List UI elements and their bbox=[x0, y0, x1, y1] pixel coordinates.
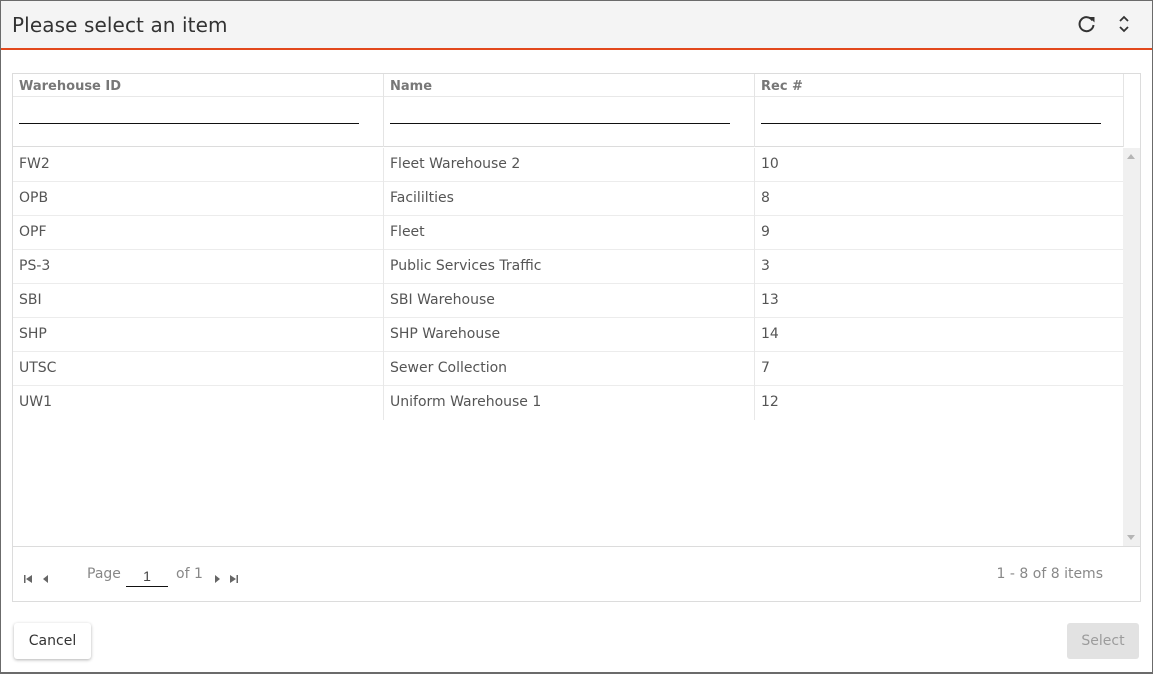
divider bbox=[755, 96, 1123, 97]
cell-warehouse-id: FW2 bbox=[13, 148, 384, 182]
cell-name: Fleet bbox=[384, 216, 755, 250]
scroll-up-arrow-icon[interactable] bbox=[1127, 154, 1135, 159]
grid-header: Warehouse ID Name Rec # bbox=[13, 74, 1124, 147]
table-row[interactable]: UW1 Uniform Warehouse 1 12 bbox=[13, 386, 1123, 420]
column-title: Rec # bbox=[761, 79, 803, 94]
table-row[interactable]: FW2 Fleet Warehouse 2 10 bbox=[13, 148, 1123, 182]
table-row[interactable]: SBI SBI Warehouse 13 bbox=[13, 284, 1123, 318]
table-row[interactable]: OPF Fleet 9 bbox=[13, 216, 1123, 250]
cell-rec: 8 bbox=[761, 190, 770, 206]
cell-name: Sewer Collection bbox=[384, 352, 755, 386]
cell-rec: 9 bbox=[761, 224, 770, 240]
divider bbox=[13, 96, 383, 97]
dialog-title: Please select an item bbox=[12, 13, 228, 37]
data-grid: Warehouse ID Name Rec # FW2 Fleet Wareho… bbox=[12, 73, 1141, 602]
vertical-scrollbar[interactable] bbox=[1123, 148, 1140, 546]
column-header-warehouse-id[interactable]: Warehouse ID bbox=[13, 74, 384, 147]
cell-warehouse-id: PS-3 bbox=[13, 250, 384, 284]
cell-name: Uniform Warehouse 1 bbox=[384, 386, 755, 420]
pager-info: 1 - 8 of 8 items bbox=[996, 566, 1103, 582]
table-row[interactable]: PS-3 Public Services Traffic 3 bbox=[13, 250, 1123, 284]
filter-input-rec[interactable] bbox=[761, 108, 1101, 124]
cell-warehouse-id: UTSC bbox=[13, 352, 384, 386]
last-page-icon[interactable] bbox=[229, 569, 239, 583]
column-header-rec[interactable]: Rec # bbox=[755, 74, 1123, 147]
cell-rec: 14 bbox=[761, 326, 779, 342]
filter-input-warehouse-id[interactable] bbox=[19, 108, 359, 124]
dialog-titlebar: Please select an item bbox=[1, 1, 1152, 50]
cell-warehouse-id: UW1 bbox=[13, 386, 384, 420]
cell-rec: 10 bbox=[761, 156, 779, 172]
expand-collapse-icon[interactable] bbox=[1113, 13, 1135, 35]
column-title: Name bbox=[390, 79, 433, 94]
header-spacer bbox=[1123, 74, 1140, 147]
cell-rec: 3 bbox=[761, 258, 770, 274]
page-count-label: of 1 bbox=[176, 566, 203, 582]
pager: Page of 1 1 - 8 of 8 items bbox=[13, 546, 1140, 601]
column-header-name[interactable]: Name bbox=[384, 74, 755, 147]
grid-body: FW2 Fleet Warehouse 2 10 OPB Facililties… bbox=[13, 148, 1123, 546]
cell-rec: 12 bbox=[761, 394, 779, 410]
cell-name: Fleet Warehouse 2 bbox=[384, 148, 755, 182]
page-number-input[interactable] bbox=[126, 565, 168, 587]
page-label: Page bbox=[87, 566, 121, 582]
table-row[interactable]: SHP SHP Warehouse 14 bbox=[13, 318, 1123, 352]
cell-name: Facililties bbox=[384, 182, 755, 216]
first-page-icon[interactable] bbox=[23, 569, 33, 583]
cell-warehouse-id: SHP bbox=[13, 318, 384, 352]
select-item-dialog: Please select an item Warehouse ID Name … bbox=[1, 1, 1152, 672]
cell-warehouse-id: OPF bbox=[13, 216, 384, 250]
cell-rec: 7 bbox=[761, 360, 770, 376]
divider bbox=[384, 96, 754, 97]
next-page-icon[interactable] bbox=[212, 569, 222, 583]
cell-name: SHP Warehouse bbox=[384, 318, 755, 352]
cell-name: Public Services Traffic bbox=[384, 250, 755, 284]
cell-warehouse-id: SBI bbox=[13, 284, 384, 318]
filter-input-name[interactable] bbox=[390, 108, 730, 124]
table-row[interactable]: UTSC Sewer Collection 7 bbox=[13, 352, 1123, 386]
refresh-icon[interactable] bbox=[1076, 13, 1098, 35]
table-row[interactable]: OPB Facililties 8 bbox=[13, 182, 1123, 216]
cell-rec: 13 bbox=[761, 292, 779, 308]
select-button[interactable]: Select bbox=[1067, 623, 1139, 659]
previous-page-icon[interactable] bbox=[41, 569, 51, 583]
scroll-down-arrow-icon[interactable] bbox=[1127, 535, 1135, 540]
cancel-button[interactable]: Cancel bbox=[14, 623, 91, 659]
column-title: Warehouse ID bbox=[19, 79, 122, 94]
cell-warehouse-id: OPB bbox=[13, 182, 384, 216]
cell-name: SBI Warehouse bbox=[384, 284, 755, 318]
